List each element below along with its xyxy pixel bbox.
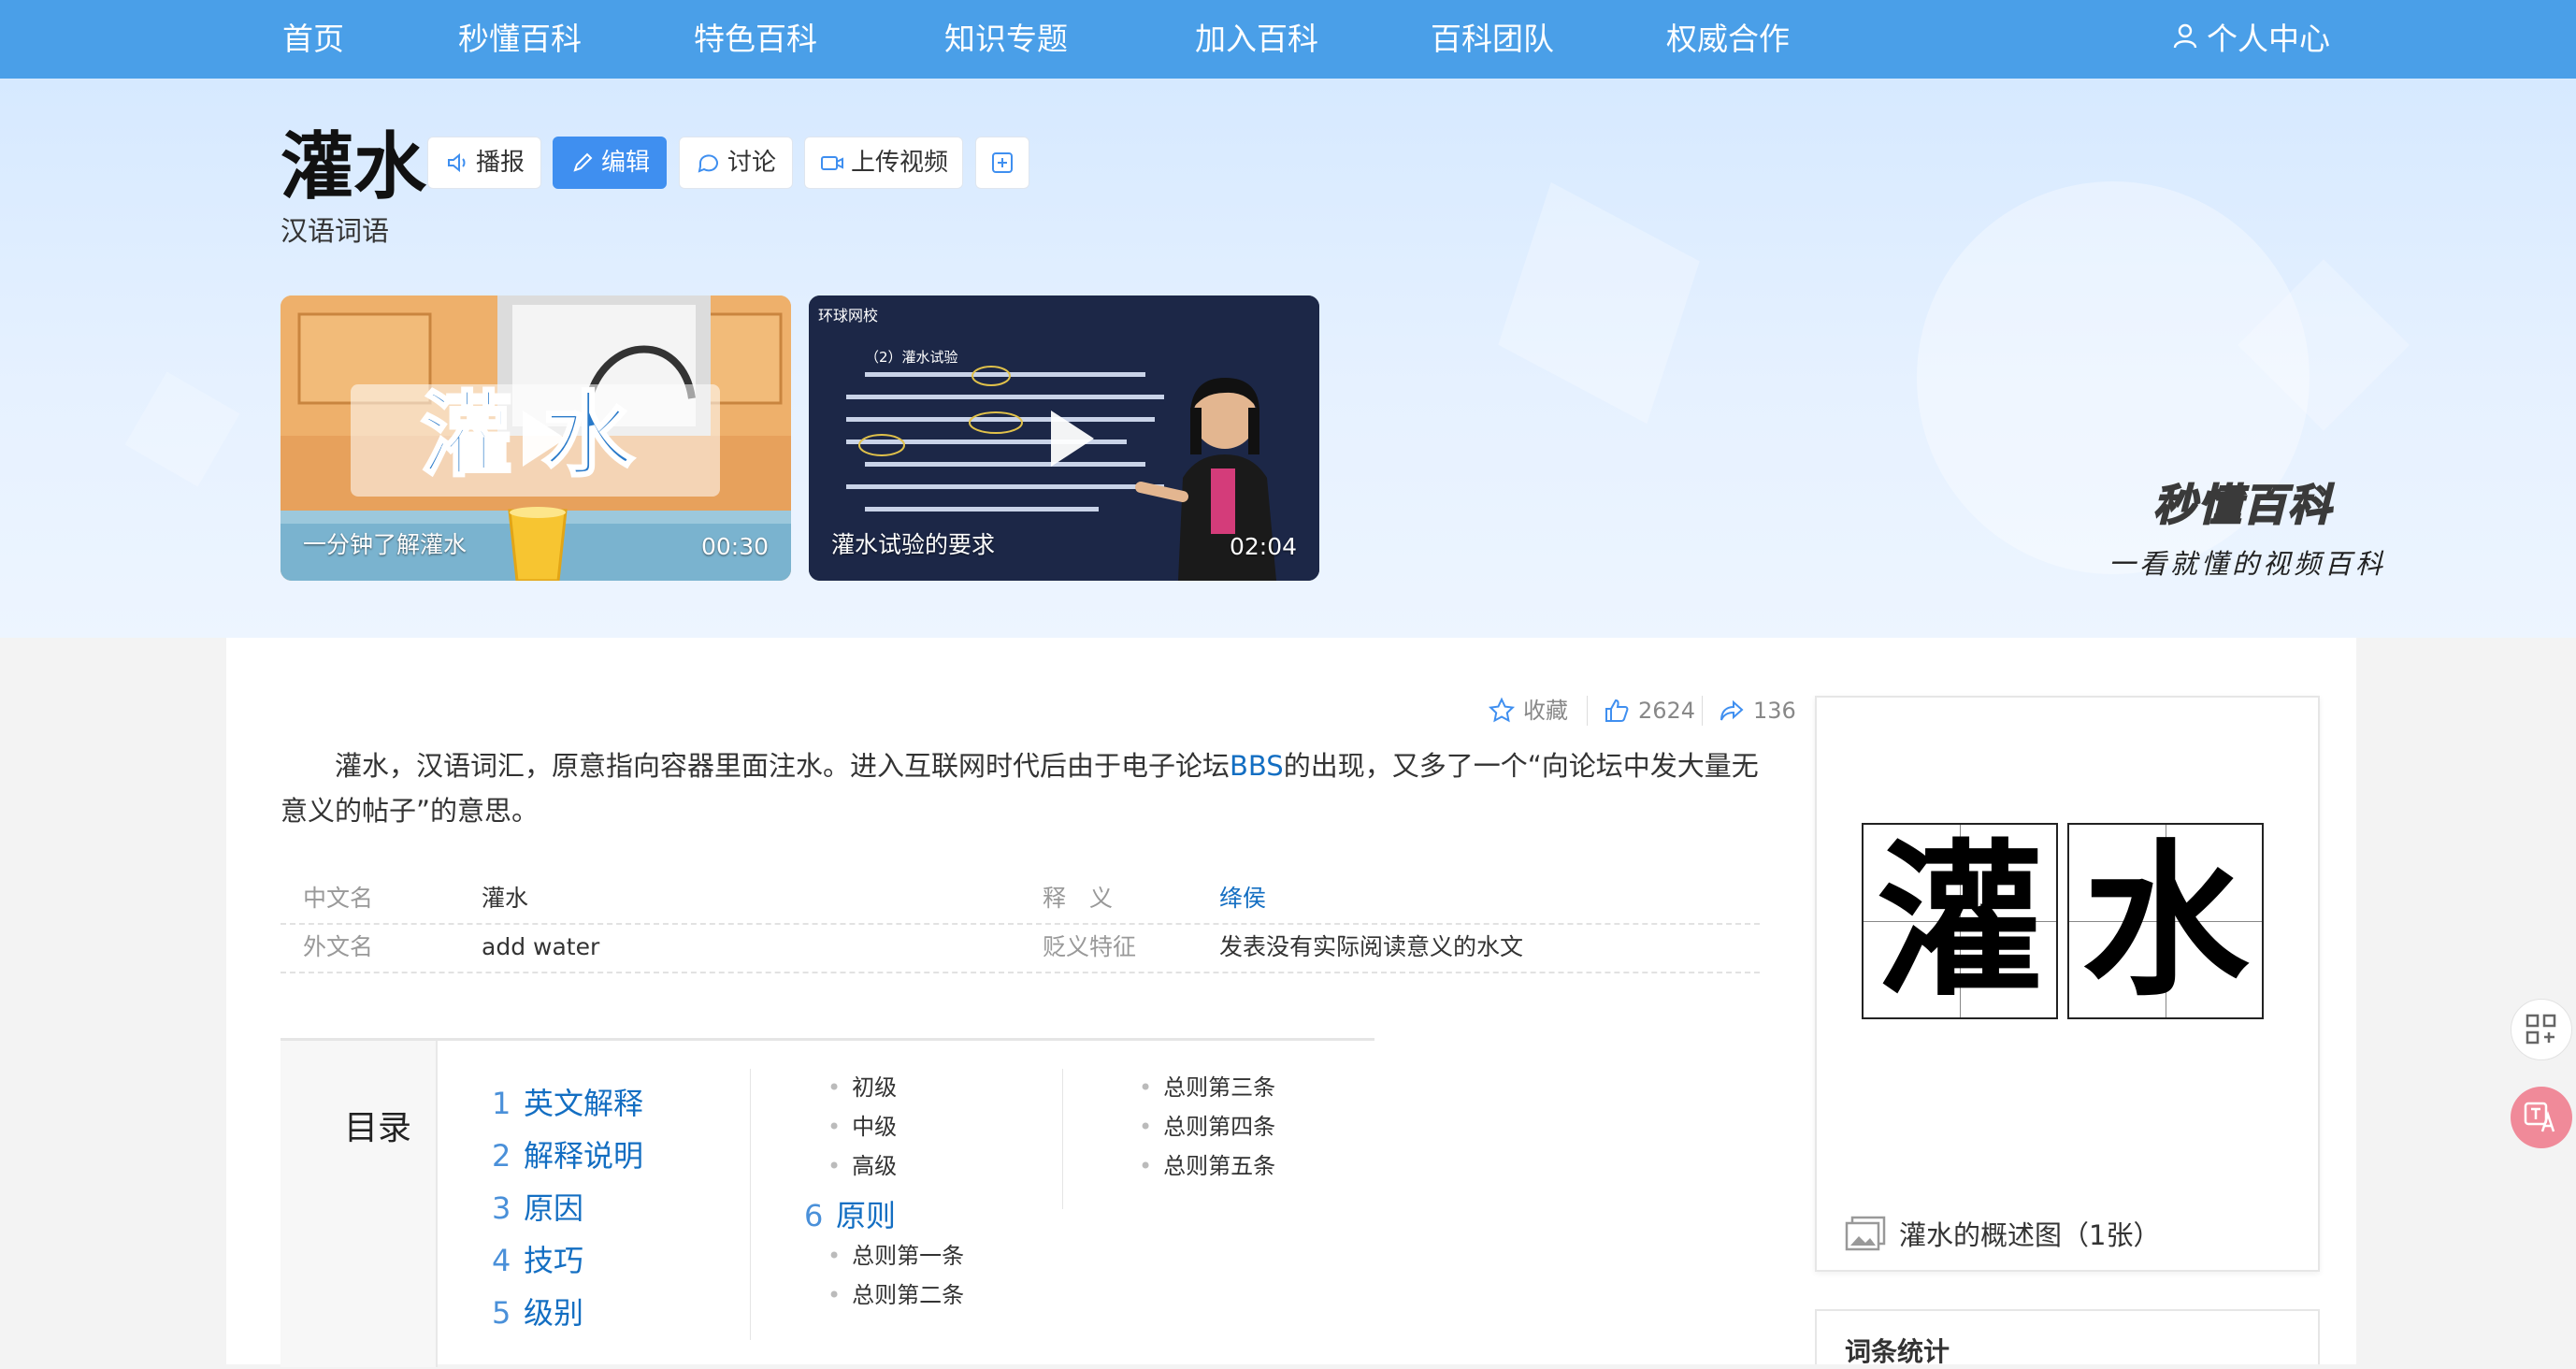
video-title: 一分钟了解灌水 [303,531,468,558]
divider [1702,696,1703,726]
catalog-subitem[interactable]: 总则第五条 [1139,1147,1275,1180]
discuss-button[interactable]: 讨论 [679,137,793,189]
catalog-subitem[interactable]: 总则第二条 [827,1276,964,1309]
catalog-subitem[interactable]: 总则第三条 [1139,1069,1275,1102]
user-icon [2171,13,2199,65]
infobox-value: 灌水 [482,885,529,912]
bbs-link[interactable]: BBS [1230,750,1284,782]
brand-name: 秒懂百科 [2152,479,2333,531]
infobox-label: 贬义特征 [1043,933,1137,960]
catalog-item-6[interactable]: 6 原则 [804,1192,896,1235]
add-button[interactable] [975,137,1029,189]
catalog-divider [750,1069,751,1340]
catalog-sidebar: 目录 [281,1041,438,1367]
share-count: 136 [1753,698,1796,724]
catalog-divider [1062,1069,1063,1209]
entry-title: 灌水 [281,124,427,209]
nav-item-home[interactable]: 首页 [282,13,344,65]
chat-bubble-icon [698,154,718,173]
decoration-shape [1498,181,1700,425]
table-of-contents: 目录 1英文解释 2解释说明 3原因 4技巧 5级别 初级 中级 高级 6原则 … [281,1038,1374,1367]
qr-grid-icon [2526,1014,2556,1045]
translate-icon [2524,1102,2555,1132]
upload-video-button[interactable]: 上传视频 [804,137,963,189]
entry-banner: 灌水 汉语词语 播报 编辑 讨论 上传视频 灌水 一分钟了解灌水 00:30 环… [0,79,2576,638]
discuss-label: 讨论 [727,149,776,177]
video-header-text: 环球网校 [818,307,879,324]
infobox-value: add water [482,933,600,960]
broadcast-button[interactable]: 播报 [427,137,541,189]
video-title: 灌水试验的要求 [831,531,996,558]
user-center-link[interactable]: 个人中心 [2171,13,2330,65]
qr-code-button[interactable] [2511,999,2572,1060]
catalog-subitem[interactable]: 总则第四条 [1139,1108,1275,1141]
catalog-subitem[interactable]: 中级 [827,1108,897,1141]
entry-subtitle: 汉语词语 [281,215,390,247]
slide-heading: （2）灌水试验 [865,349,958,366]
infobox-value-link[interactable]: 绛侯 [1219,874,1266,923]
favorite-button[interactable]: 收藏 [1488,692,1568,729]
play-icon[interactable] [523,410,566,467]
infobox-label: 中文名 [303,885,374,912]
plus-square-icon [992,152,1013,173]
nav-item-featured[interactable]: 特色百科 [694,13,817,65]
nav-item-topics[interactable]: 知识专题 [944,13,1068,65]
top-navigation: 首页 秒懂百科 特色百科 知识专题 加入百科 百科团队 权威合作 个人中心 [0,0,2576,79]
nav-item-team[interactable]: 百科团队 [1431,13,1554,65]
catalog-item-2[interactable]: 2 解释说明 [492,1132,643,1175]
album-caption[interactable]: 灌水的概述图（1张） [1845,1214,2160,1253]
favorite-label: 收藏 [1523,698,1568,724]
like-count: 2624 [1638,698,1696,724]
infobox-value: 发表没有实际阅读意义的水文 [1219,933,1524,960]
user-center-label: 个人中心 [2207,21,2330,57]
brand-logo: 秒懂百科 一看就懂的视频百科 [2108,471,2387,582]
broadcast-label: 播报 [475,149,525,177]
stats-heading: 词条统计 [1845,1336,1950,1367]
star-icon [1488,697,1516,723]
video-duration: 02:04 [1229,533,1297,560]
video-card-1[interactable]: 灌水 一分钟了解灌水 00:30 [281,295,791,581]
catalog-item-1[interactable]: 1 英文解释 [492,1080,643,1123]
play-icon[interactable] [1051,410,1094,467]
catalog-item-5[interactable]: 5 级别 [492,1290,583,1333]
catalog-subitem[interactable]: 初级 [827,1069,897,1102]
calligraphy-char: 灌 [1862,823,2058,1019]
summary-album[interactable]: 灌 水 灌水的概述图（1张） [1815,696,2320,1272]
share-arrow-icon [1720,699,1744,721]
edit-button[interactable]: 编辑 [553,137,667,189]
infobox-row: 外文名 add water 贬义特征 发表没有实际阅读意义的水文 [281,923,1760,973]
calligraphy-char: 水 [2067,823,2264,1019]
thumbs-up-icon [1605,699,1629,722]
nav-item-cooperation[interactable]: 权威合作 [1666,13,1790,65]
catalog-subitem[interactable]: 高级 [827,1147,897,1180]
entry-summary: 灌水，汉语词汇，原意指向容器里面注水。进入互联网时代后由于电子论坛BBS的出现，… [281,743,1767,833]
catalog-item-4[interactable]: 4 技巧 [492,1237,583,1280]
decoration-shape [124,371,240,487]
nav-item-join[interactable]: 加入百科 [1195,13,1318,65]
share-button[interactable]: 136 [1718,692,1796,729]
image-gallery-icon [1845,1216,1886,1251]
pencil-icon [573,152,593,172]
infobox-label: 释 义 [1043,885,1114,912]
video-duration: 00:30 [700,533,769,560]
nav-item-miaodong[interactable]: 秒懂百科 [458,13,582,65]
infobox-label: 外文名 [303,933,374,960]
infobox-row: 中文名 灌水 释 义 绛侯 [281,874,1760,925]
brand-slogan: 一看就懂的视频百科 [2108,548,2387,580]
summary-text: 灌水，汉语词汇，原意指向容器里面注水。进入互联网时代后由于电子论坛 [335,750,1230,782]
translate-button[interactable] [2511,1087,2572,1148]
album-caption-text: 灌水的概述图（1张） [1899,1219,2161,1251]
catalog-subitem[interactable]: 总则第一条 [827,1237,964,1270]
video-card-2[interactable]: 环球网校 （2）灌水试验 灌水试验的要求 02:04 [809,295,1319,581]
catalog-item-3[interactable]: 3 原因 [492,1185,583,1228]
video-camera-icon [820,156,843,170]
speaker-icon [447,152,466,173]
divider [1587,696,1588,726]
catalog-heading: 目录 [344,1109,412,1147]
entry-statistics: 词条统计 [1815,1309,2320,1367]
upload-video-label: 上传视频 [850,149,948,177]
like-button[interactable]: 2624 [1603,692,1695,729]
edit-label: 编辑 [600,149,650,177]
